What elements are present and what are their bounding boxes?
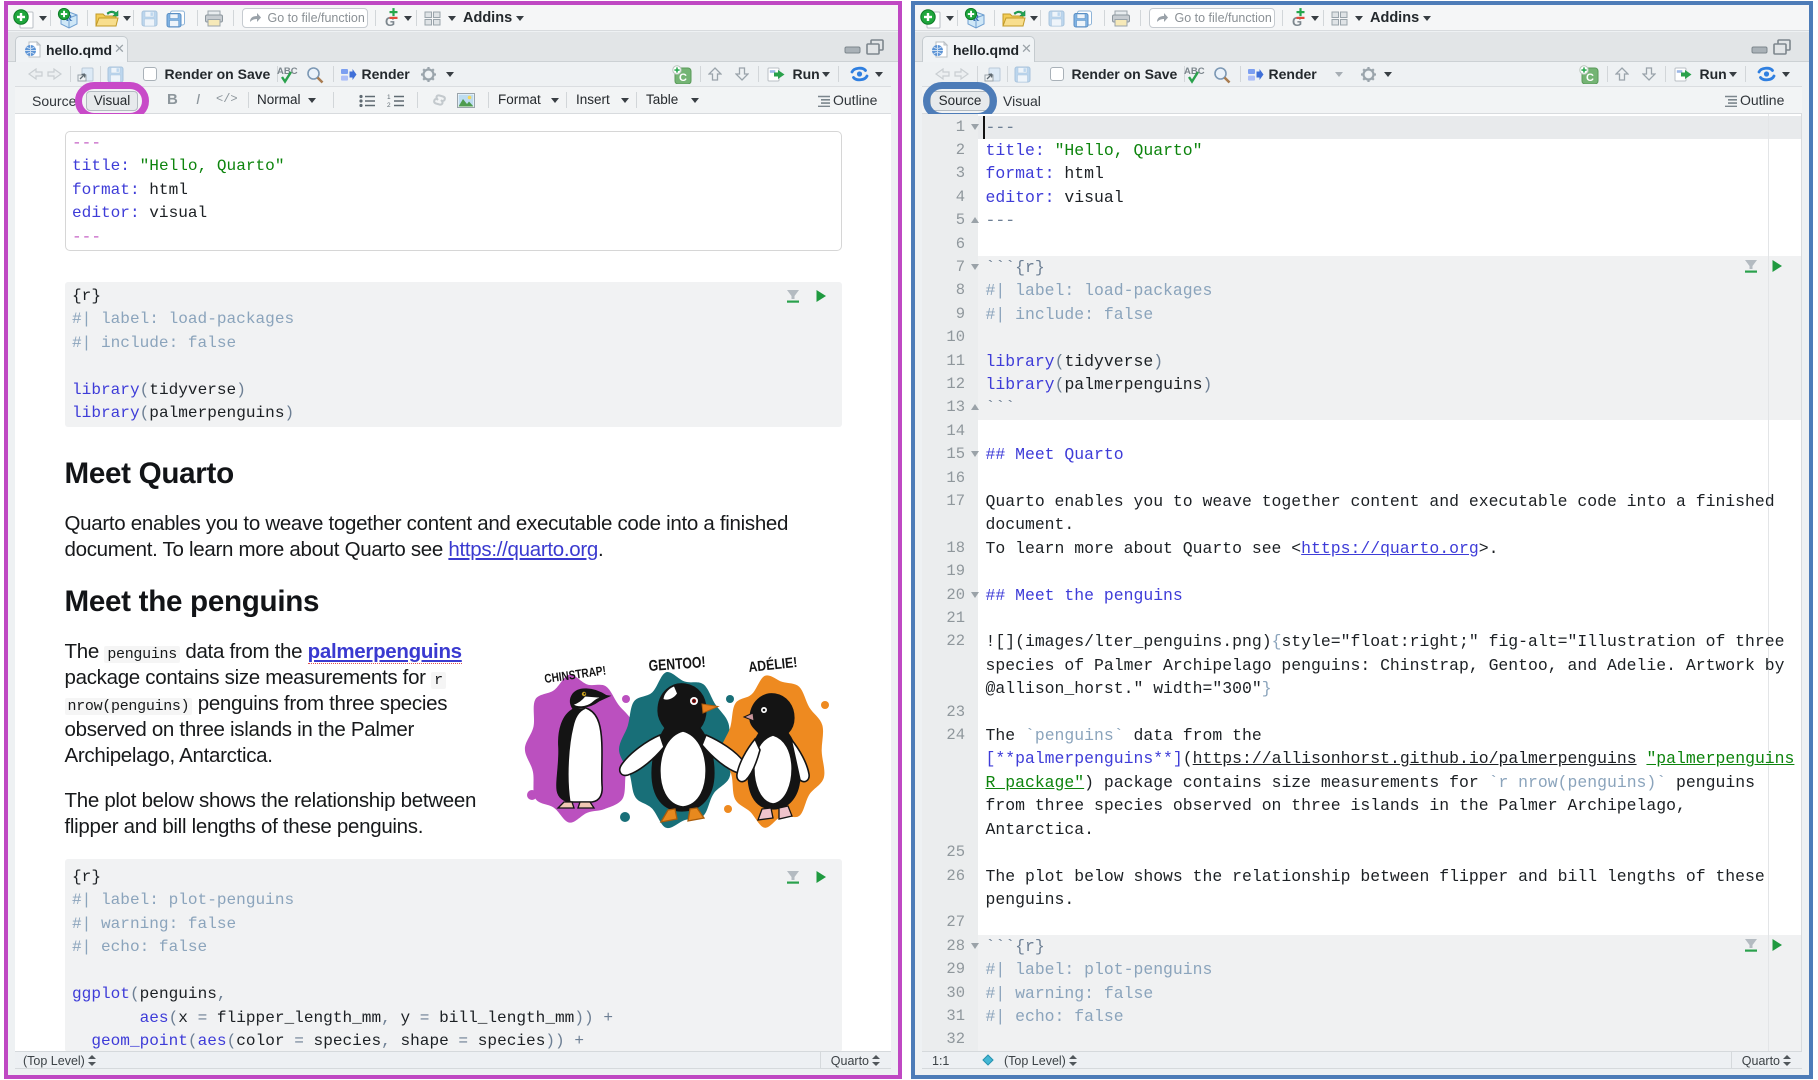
svg-text:ABC: ABC (1184, 66, 1205, 77)
svg-text:C: C (679, 72, 687, 84)
svg-text:ABC: ABC (277, 66, 298, 77)
svg-text:GENTOO!: GENTOO! (648, 654, 706, 675)
svg-text:1: 1 (387, 94, 391, 101)
svg-text:2: 2 (387, 102, 391, 107)
svg-text:C: C (1586, 72, 1594, 84)
svg-text:ADÉLIE!: ADÉLIE! (747, 654, 798, 676)
